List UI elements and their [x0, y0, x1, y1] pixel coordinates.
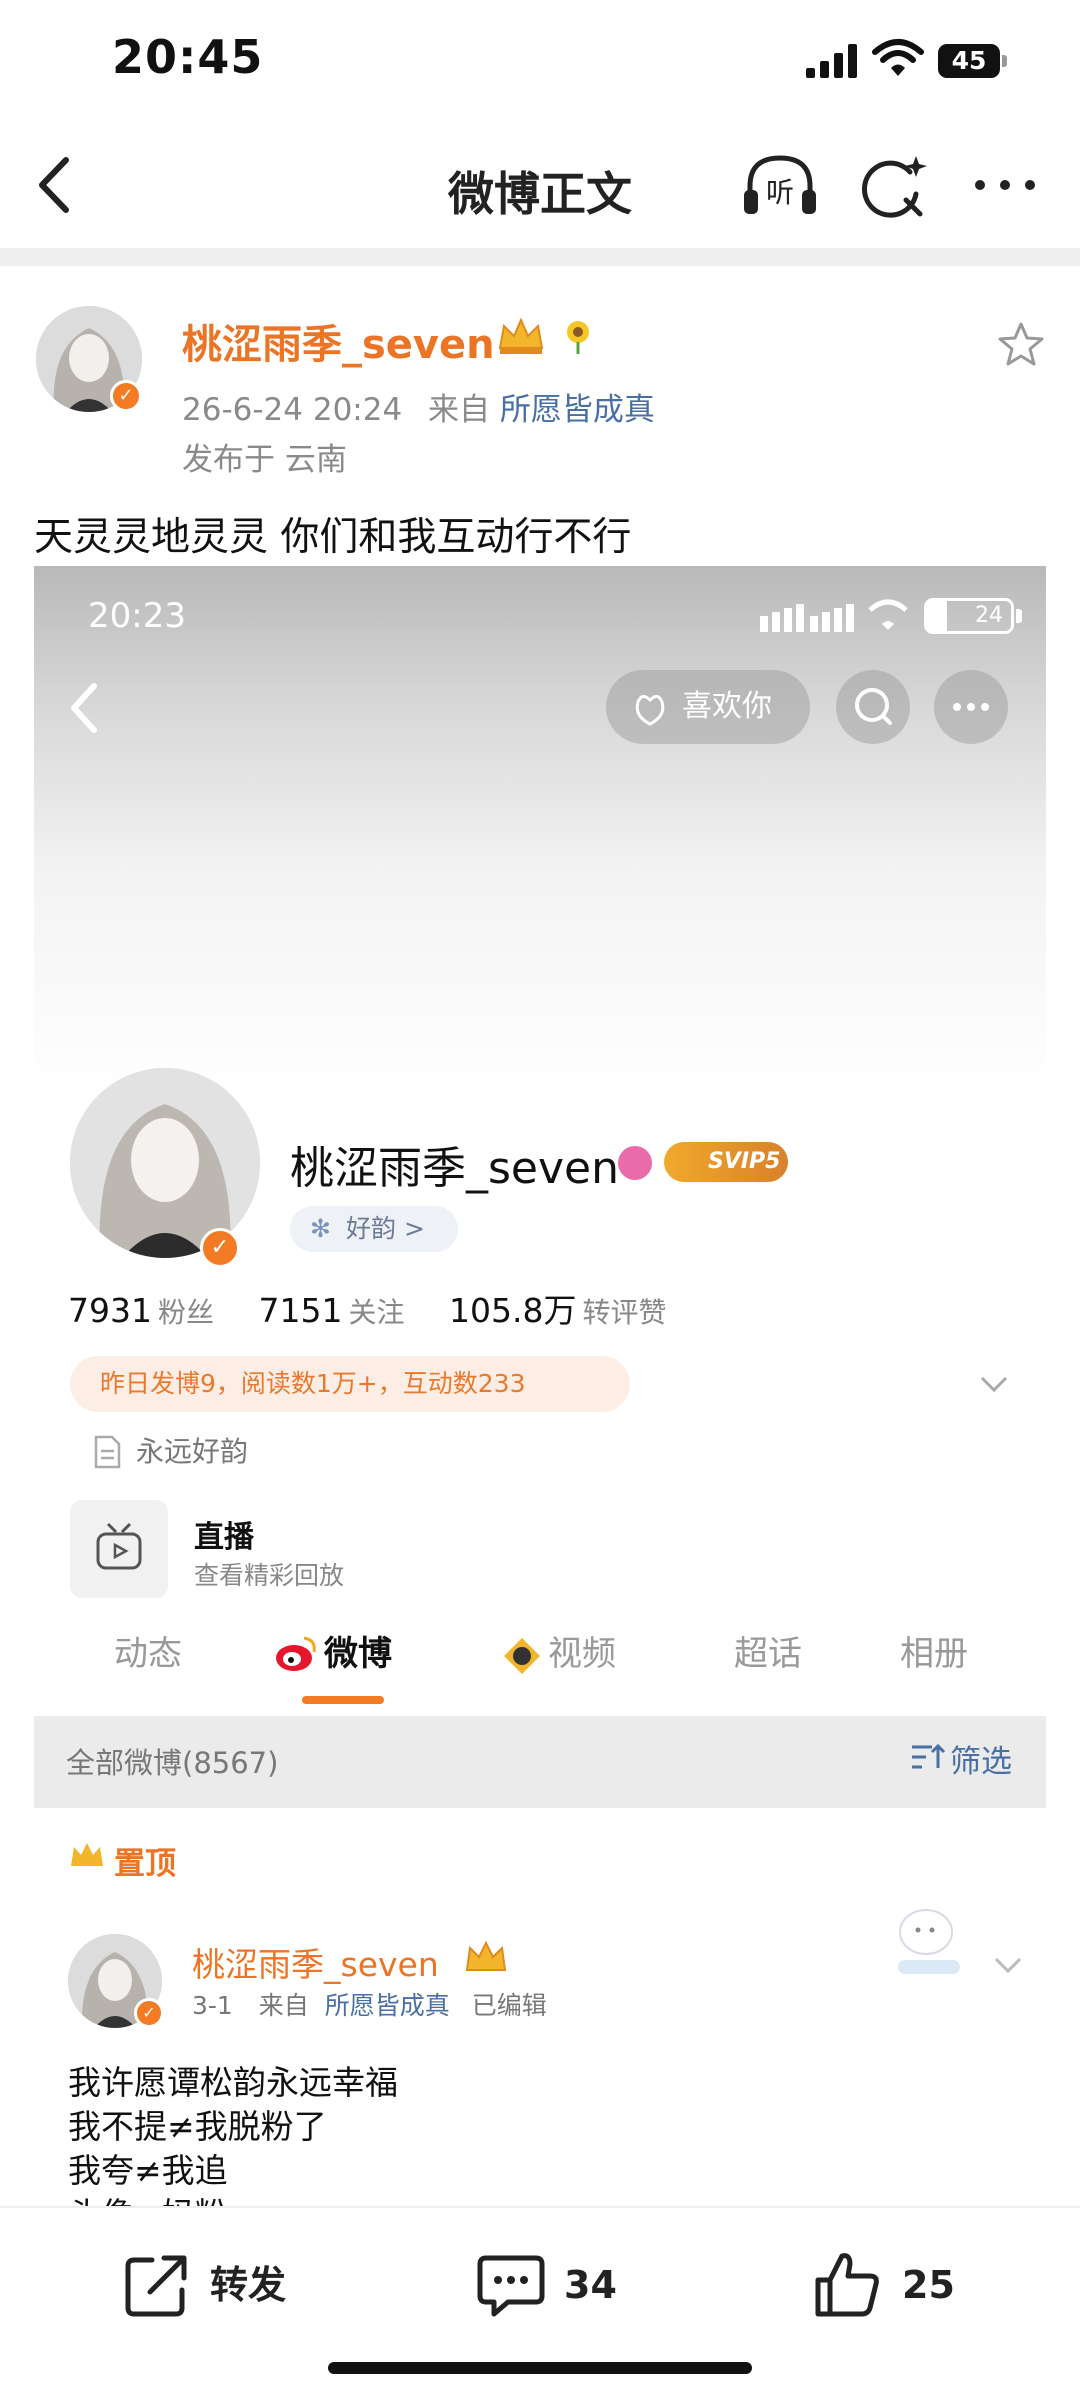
post-location: 发布于 云南	[182, 442, 347, 478]
refresh-icon[interactable]	[858, 152, 930, 222]
image-tv-icon	[70, 1500, 168, 1598]
comment-count: 34	[564, 2263, 617, 2307]
image-profile-tabs: 动态 微博 视频 超话 相册	[34, 1626, 1046, 1696]
image-svip-badge: SVIP5	[664, 1142, 788, 1182]
image-tab-super-topic: 超话	[734, 1634, 802, 1674]
divider	[0, 248, 1080, 266]
more-icon[interactable]	[970, 170, 1040, 200]
image-tab-indicator	[302, 1696, 384, 1704]
image-peach-icon	[635, 695, 665, 726]
listen-icon[interactable]: 听	[740, 152, 820, 222]
image-snowflake-icon: ✻	[310, 1214, 331, 1243]
battery-level: 45	[938, 44, 1000, 78]
image-more-icon	[934, 670, 1008, 744]
image-sticker-icon	[898, 1909, 960, 1974]
post-source-link[interactable]: 所愿皆成真	[500, 392, 655, 428]
repost-icon	[125, 2255, 187, 2317]
favorite-star-icon[interactable]	[996, 320, 1046, 370]
image-signal-icon	[760, 604, 854, 632]
image-verified-icon: ✓	[200, 1228, 240, 1268]
post-image[interactable]: 20:23 24 喜欢你 ✓ 桃涩雨季_seven SVIP5 ✻ 好韵 > 7…	[34, 566, 1046, 2208]
image-post-verified-icon: ✓	[134, 1998, 164, 2028]
wifi-icon	[872, 39, 924, 76]
image-filter-icon	[912, 1743, 946, 1769]
signal-icon	[806, 44, 857, 78]
image-status-time: 20:23	[88, 596, 186, 636]
comment-icon	[477, 2255, 545, 2317]
repost-button[interactable]: 转发	[122, 2250, 322, 2320]
image-post-crown-icon	[465, 1940, 507, 1971]
image-tab-weibo: 微博	[324, 1634, 392, 1674]
image-post-line: 我夸≠我追	[68, 2151, 228, 2190]
image-profile-avatar	[70, 1068, 260, 1258]
image-followers-count: 7931	[68, 1291, 152, 1330]
image-interactions-label: 转评赞	[582, 1296, 667, 1329]
image-live-subtitle: 查看精彩回放	[194, 1561, 345, 1590]
image-member-badge-icon	[618, 1146, 652, 1180]
verified-icon: ✓	[110, 380, 142, 412]
image-tab-video: 视频	[548, 1634, 616, 1674]
like-count: 25	[902, 2263, 955, 2307]
post-date: 26-6-24 20:24	[182, 392, 403, 428]
image-like-label: 喜欢你	[682, 689, 772, 724]
image-profile-description: 永远好韵	[136, 1435, 249, 1468]
image-all-posts-count: 全部微博(8567)	[66, 1746, 279, 1780]
listen-label: 听	[766, 176, 794, 209]
image-post-meta: 3-1 来自 所愿皆成真 已编辑	[192, 1991, 547, 2020]
image-like-button: 喜欢你	[606, 670, 810, 744]
image-back-icon	[71, 683, 97, 733]
thumbs-up-icon	[815, 2253, 879, 2317]
image-post-author: 桃涩雨季_seven	[192, 1945, 439, 1984]
comment-button[interactable]: 34	[476, 2250, 636, 2320]
image-post-line: 头像≠妈粉	[68, 2188, 228, 2208]
image-pinned-crown-icon	[71, 1843, 103, 1866]
battery-icon: 45	[938, 44, 1008, 78]
post-meta: 26-6-24 20:24 来自 所愿皆成真	[182, 384, 655, 429]
image-following-count: 7151	[258, 1291, 343, 1330]
image-chevron-down-icon	[980, 1376, 1008, 1393]
image-battery-level: 24	[924, 598, 1014, 634]
image-filter-button: 筛选	[910, 1736, 1012, 1781]
like-button[interactable]: 25	[812, 2250, 972, 2320]
image-following-label: 关注	[348, 1296, 405, 1329]
image-yesterday-stats: 昨日发博9，阅读数1万+，互动数233	[70, 1356, 630, 1412]
sunflower-icon	[567, 321, 589, 354]
status-time: 20:45	[112, 30, 264, 84]
image-group-tag: ✻ 好韵 >	[290, 1206, 458, 1252]
image-tab-album: 相册	[900, 1634, 968, 1674]
image-video-icon	[504, 1638, 540, 1674]
post-text: 天灵灵地灵灵 你们和我互动行不行	[34, 515, 632, 560]
post-author[interactable]: 桃涩雨季_seven	[182, 312, 495, 370]
image-post-line: 我不提≠我脱粉了	[68, 2107, 327, 2146]
image-live-title: 直播	[194, 1520, 254, 1555]
image-search-icon	[836, 670, 910, 744]
image-profile-stats: 7931 粉丝 7151 关注 105.8万 转评赞	[68, 1284, 701, 1332]
home-indicator	[328, 2362, 752, 2374]
image-post-chevron-icon	[994, 1957, 1022, 1974]
image-followers-label: 粉丝	[157, 1296, 214, 1329]
image-profile-name: 桃涩雨季_seven	[290, 1143, 619, 1194]
image-wifi-icon	[868, 599, 908, 630]
crown-icon	[498, 317, 544, 354]
image-post-line: 我许愿谭松韵永远幸福	[68, 2063, 398, 2102]
image-weibo-logo-icon	[276, 1636, 316, 1671]
image-battery-icon: 24	[924, 598, 1024, 634]
repost-label: 转发	[210, 2263, 287, 2307]
image-pinned-label: 置顶	[68, 1838, 176, 1883]
from-prefix: 来自	[428, 392, 491, 428]
image-tab-dynamic: 动态	[114, 1634, 182, 1674]
image-interactions-count: 105.8万	[449, 1291, 577, 1330]
